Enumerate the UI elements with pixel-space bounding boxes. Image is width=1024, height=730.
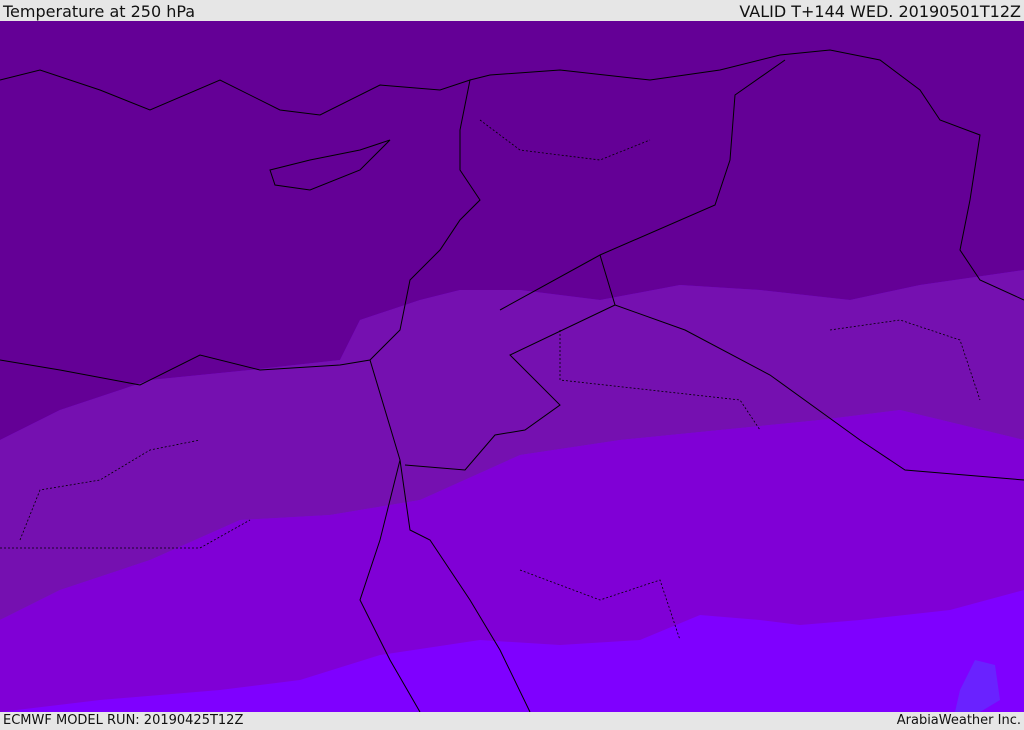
model-run: ECMWF MODEL RUN: 20190425T12Z bbox=[3, 713, 244, 728]
header-bar: Temperature at 250 hPa VALID T+144 WED. … bbox=[0, 0, 1024, 21]
footer-bar: ECMWF MODEL RUN: 20190425T12Z ArabiaWeat… bbox=[0, 712, 1024, 729]
credit: ArabiaWeather Inc. bbox=[896, 713, 1021, 728]
temperature-map bbox=[0, 21, 1024, 712]
